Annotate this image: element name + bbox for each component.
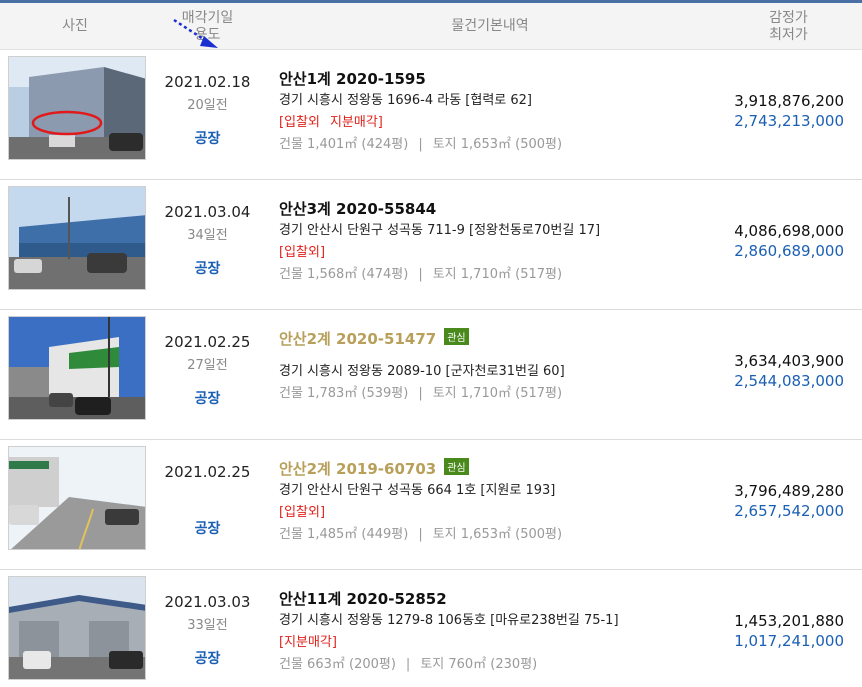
building-area: 건물 1,568㎡ (474평) (279, 267, 409, 282)
list-item[interactable]: 2021.02.18 20일전 공장 안산1계 2020-1595 경기 시흥시… (0, 50, 862, 180)
land-area: 토지 760㎡ (230평) (420, 657, 538, 672)
sale-date: 2021.03.04 (164, 203, 251, 221)
sale-date: 2021.02.18 (164, 73, 251, 91)
sale-date: 2021.03.03 (164, 593, 251, 611)
list-item[interactable]: 2021.03.04 34일전 공장 안산3계 2020-55844 경기 안산… (0, 180, 862, 310)
case-number-link[interactable]: 안산1계 2020-1595 (279, 68, 426, 89)
days-remaining: 20일전 (187, 98, 228, 113)
land-area: 토지 1,653㎡ (500평) (432, 527, 563, 542)
land-area: 토지 1,710㎡ (517평) (432, 386, 563, 401)
days-remaining: 27일전 (187, 358, 228, 373)
property-use: 공장 (194, 651, 221, 667)
building-area: 건물 1,401㎡ (424평) (279, 137, 409, 152)
status-tags: [입찰외] (279, 501, 325, 520)
minimum-price: 2,544,083,000 (734, 372, 844, 390)
land-area: 토지 1,710㎡ (517평) (432, 267, 563, 282)
list-item[interactable]: 2021.03.03 33일전 공장 안산11계 2020-52852 경기 시… (0, 570, 862, 687)
appraisal-price: 1,453,201,880 (734, 612, 844, 630)
building-area: 건물 1,485㎡ (449평) (279, 527, 409, 542)
property-use: 공장 (194, 521, 221, 537)
area-info: 건물 1,568㎡ (474평) | 토지 1,710㎡ (517평) (279, 267, 563, 282)
property-photo[interactable] (8, 316, 146, 420)
table-header: 사진 매각기일 용도 물건기본내역 감정가 최저가 (0, 3, 862, 50)
appraisal-price: 3,634,403,900 (734, 352, 844, 370)
sale-date: 2021.02.25 (164, 463, 251, 481)
property-use: 공장 (194, 391, 221, 407)
tag-share-sale: [지분매각] (279, 635, 337, 650)
list-item[interactable]: 2021.02.25 27일전 공장 안산2계 2020-51477 관심 경기 … (0, 310, 862, 440)
property-photo[interactable] (8, 576, 146, 680)
days-remaining: 34일전 (187, 228, 228, 243)
header-minimum[interactable]: 최저가 (769, 27, 808, 44)
minimum-price: 2,743,213,000 (734, 112, 844, 130)
tag-excluded: [입찰외 (279, 115, 320, 130)
case-number-link[interactable]: 안산3계 2020-55844 (279, 198, 436, 219)
land-area: 토지 1,653㎡ (500평) (432, 137, 563, 152)
property-use: 공장 (194, 131, 221, 147)
tag-share-sale: 지분매각] (329, 115, 383, 130)
case-number-link[interactable]: 안산2계 2020-51477 관심 (279, 328, 469, 349)
case-number-link[interactable]: 안산11계 2020-52852 (279, 588, 447, 609)
property-address: 경기 안산시 단원구 성곡동 664 1호 [지원로 193] (279, 483, 556, 498)
property-photo[interactable] (8, 186, 146, 290)
list-item[interactable]: 2021.02.25 공장 안산2계 2019-60703 관심 경기 안산시 단… (0, 440, 862, 570)
area-info: 건물 1,485㎡ (449평) | 토지 1,653㎡ (500평) (279, 527, 563, 542)
tag-excluded: [입찰외] (279, 505, 326, 520)
interest-badge[interactable]: 관심 (444, 458, 469, 475)
building-area: 건물 663㎡ (200평) (279, 657, 396, 672)
header-appraisal[interactable]: 감정가 (769, 10, 808, 27)
tag-excluded: [입찰외] (279, 245, 326, 260)
minimum-price: 2,860,689,000 (734, 242, 844, 260)
building-area: 건물 1,783㎡ (539평) (279, 386, 409, 401)
property-address: 경기 시흥시 정왕동 2089-10 [군자천로31번길 60] (279, 364, 565, 379)
appraisal-price: 4,086,698,000 (734, 222, 844, 240)
area-info: 건물 1,783㎡ (539평) | 토지 1,710㎡ (517평) (279, 386, 563, 401)
property-photo[interactable] (8, 446, 146, 550)
header-info: 물건기본내역 (451, 18, 529, 34)
minimum-price: 2,657,542,000 (734, 502, 844, 520)
status-tags: [입찰외] (279, 241, 325, 260)
property-address: 경기 시흥시 정왕동 1279-8 106동호 [마유로238번길 75-1] (279, 613, 619, 628)
status-tags: [입찰외 지분매각] (279, 111, 383, 130)
property-address: 경기 시흥시 정왕동 1696-4 라동 [협력로 62] (279, 93, 533, 108)
status-tags: [지분매각] (279, 631, 337, 650)
interest-badge[interactable]: 관심 (444, 328, 469, 345)
days-remaining: 33일전 (187, 618, 228, 633)
minimum-price: 1,017,241,000 (734, 632, 844, 650)
appraisal-price: 3,918,876,200 (734, 92, 844, 110)
property-photo[interactable] (8, 56, 146, 160)
sale-date: 2021.02.25 (164, 333, 251, 351)
area-info: 건물 1,401㎡ (424평) | 토지 1,653㎡ (500평) (279, 137, 563, 152)
dotted-arrow-annotation (173, 18, 218, 48)
area-info: 건물 663㎡ (200평) | 토지 760㎡ (230평) (279, 657, 538, 672)
case-number-link[interactable]: 안산2계 2019-60703 관심 (279, 458, 469, 479)
appraisal-price: 3,796,489,280 (734, 482, 844, 500)
header-photo: 사진 (62, 18, 88, 34)
property-use: 공장 (194, 261, 221, 277)
header-price[interactable]: 감정가 최저가 (715, 3, 862, 50)
property-address: 경기 안산시 단원구 성곡동 711-9 [정왕천동로70번길 17] (279, 223, 601, 238)
